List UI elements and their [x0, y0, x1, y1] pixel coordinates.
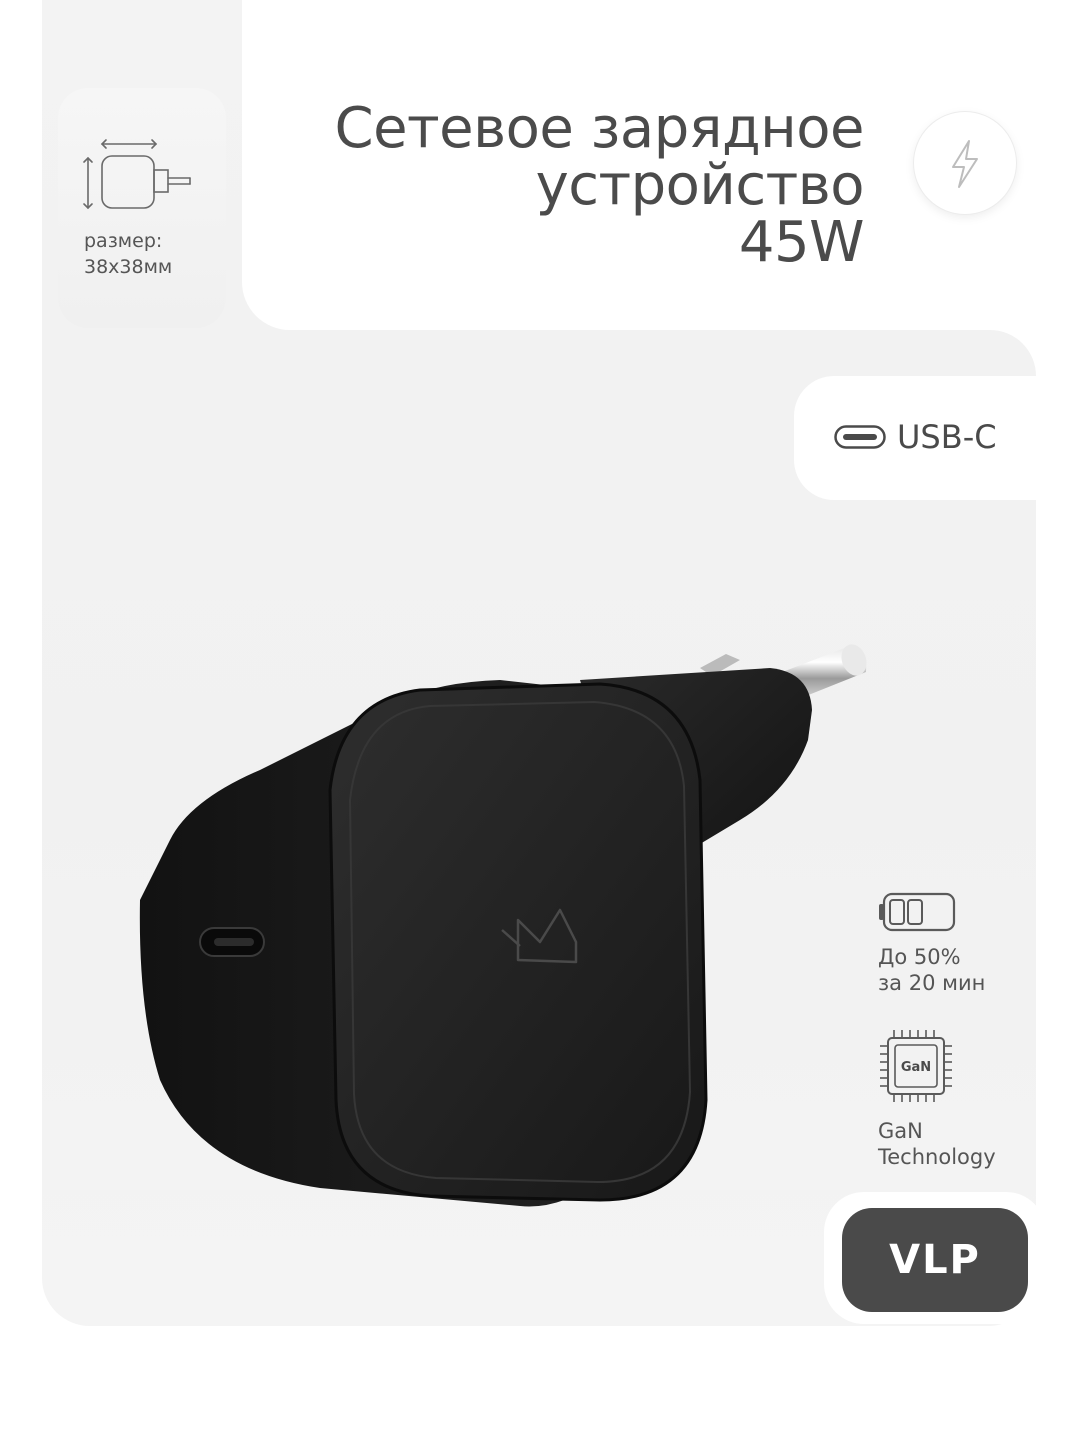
- charger-product-image: [139, 644, 867, 1207]
- feature-fast-charge: До 50% за 20 мин: [878, 890, 985, 996]
- size-label: размер: 38х38мм: [84, 228, 172, 280]
- battery-icon: [879, 892, 956, 932]
- usb-c-label: USB-C: [897, 418, 997, 456]
- usb-c-badge: USB-C: [794, 376, 1080, 500]
- gan-line1: GaN: [878, 1119, 923, 1143]
- gan-chip-text: GaN: [901, 1060, 931, 1075]
- gan-line2: Technology: [878, 1145, 996, 1169]
- fast-charge-line1: До 50%: [878, 945, 961, 969]
- title-line1: Сетевое зарядное: [334, 96, 864, 161]
- product-title: Сетевое зарядное устройство 45W: [334, 100, 864, 271]
- brand-logo-badge: VLP: [824, 1192, 1046, 1324]
- gan-chip-icon: GaN: [880, 1030, 952, 1102]
- usb-c-port-icon: [834, 425, 886, 449]
- bolt-badge: [914, 112, 1016, 214]
- size-card: размер: 38х38мм: [58, 88, 226, 328]
- charger-dimensions-icon: [83, 139, 191, 210]
- size-label-line1: размер:: [84, 230, 163, 252]
- lightning-bolt-icon: [952, 140, 978, 188]
- title-line3: 45W: [738, 210, 865, 275]
- title-line2: устройство: [535, 153, 865, 218]
- size-label-line2: 38х38мм: [84, 256, 173, 278]
- fast-charge-line2: за 20 мин: [878, 971, 986, 995]
- feature-gan: GaN GaN Technology: [878, 1028, 996, 1170]
- brand-logo: VLP: [842, 1208, 1028, 1312]
